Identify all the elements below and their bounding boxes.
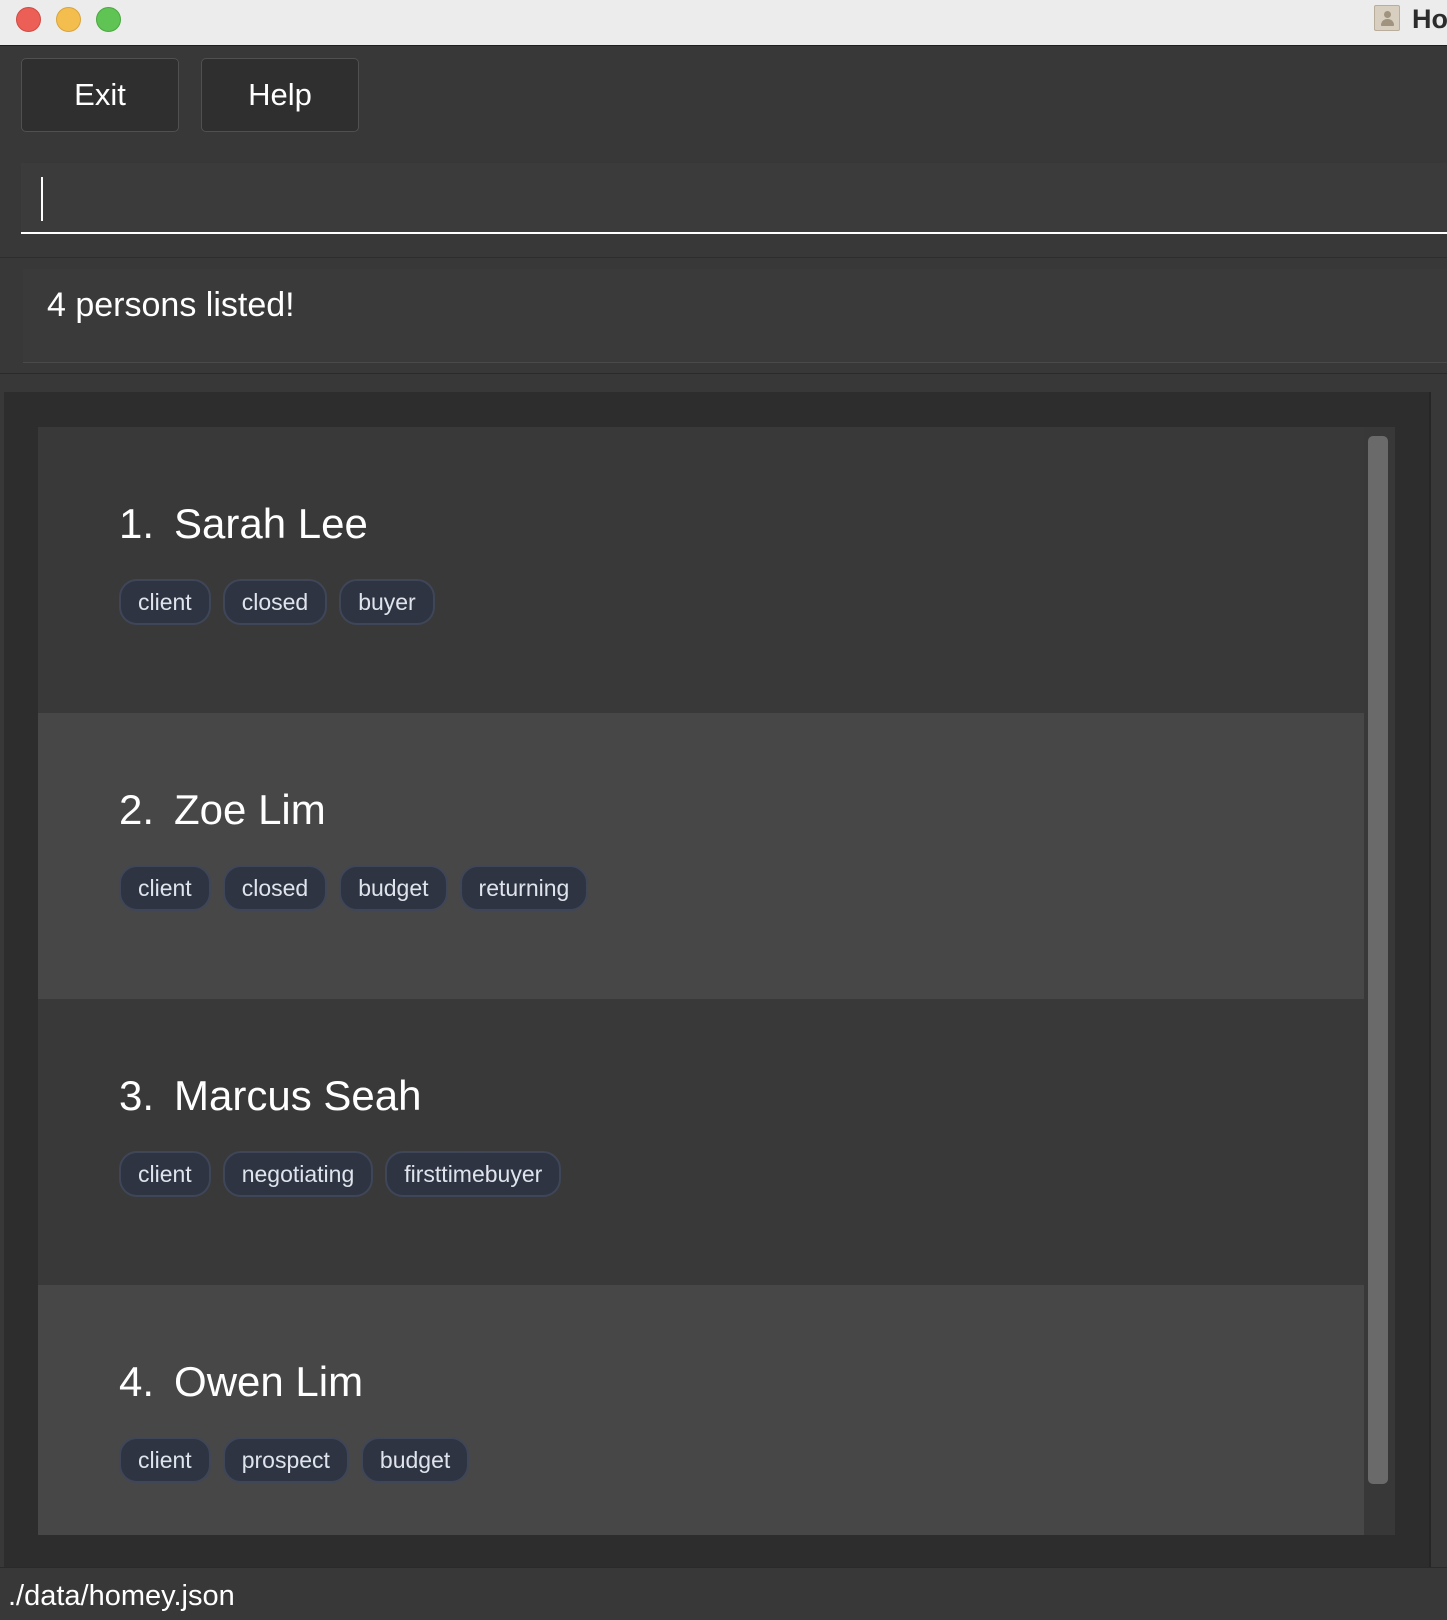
person-name: Owen Lim bbox=[174, 1358, 364, 1405]
status-bar: ./data/homey.json bbox=[0, 1567, 1447, 1620]
title-bar: Ho bbox=[0, 0, 1447, 46]
tag: closed bbox=[222, 579, 328, 625]
person-name-line: 3. Marcus Seah bbox=[119, 1072, 421, 1120]
tag: client bbox=[119, 865, 211, 911]
person-name-line: 2. Zoe Lim bbox=[119, 786, 326, 834]
tag: buyer bbox=[339, 579, 435, 625]
close-window-button[interactable] bbox=[16, 7, 41, 32]
person-head-shape bbox=[1384, 11, 1391, 18]
person-list-region: 1. Sarah Lee client closed buyer 2. Zoe Li… bbox=[0, 373, 1447, 1567]
person-card[interactable]: 2. Zoe Lim client closed budget returning bbox=[38, 713, 1364, 999]
person-list[interactable]: 1. Sarah Lee client closed buyer 2. Zoe Li… bbox=[38, 427, 1395, 1535]
result-message: 4 persons listed! bbox=[47, 286, 295, 324]
person-card[interactable]: 3. Marcus Seah client negotiating firstti… bbox=[38, 999, 1364, 1285]
window-title: Ho bbox=[1412, 4, 1447, 34]
person-name: Sarah Lee bbox=[174, 500, 368, 547]
exit-button[interactable]: Exit bbox=[21, 58, 179, 132]
person-card[interactable]: 1. Sarah Lee client closed buyer bbox=[38, 427, 1364, 713]
person-shoulders-shape bbox=[1381, 19, 1394, 26]
tag: prospect bbox=[222, 1437, 349, 1483]
person-tags: client prospect budget bbox=[119, 1437, 470, 1483]
result-display: 4 persons listed! bbox=[23, 269, 1447, 363]
person-name: Marcus Seah bbox=[174, 1072, 422, 1119]
menu-bar: Exit Help bbox=[0, 46, 1447, 142]
person-tags: client negotiating firsttimebuyer bbox=[119, 1151, 562, 1197]
tag: closed bbox=[222, 865, 328, 911]
person-index: 1. bbox=[119, 500, 155, 547]
tag: budget bbox=[360, 1437, 470, 1483]
tag: client bbox=[119, 1437, 211, 1483]
help-button[interactable]: Help bbox=[201, 58, 359, 132]
tag: returning bbox=[459, 865, 589, 911]
maximize-window-button[interactable] bbox=[96, 7, 121, 32]
result-display-area: 4 persons listed! bbox=[0, 257, 1447, 373]
person-index: 2. bbox=[119, 786, 155, 833]
person-list-panel: 1. Sarah Lee client closed buyer 2. Zoe Li… bbox=[4, 392, 1431, 1567]
tag: firsttimebuyer bbox=[385, 1151, 562, 1197]
text-caret bbox=[41, 177, 43, 221]
tag: budget bbox=[339, 865, 448, 911]
command-input[interactable] bbox=[21, 163, 1447, 234]
person-name-line: 1. Sarah Lee bbox=[119, 500, 368, 548]
person-name: Zoe Lim bbox=[174, 786, 326, 833]
person-card[interactable]: 4. Owen Lim client prospect budget bbox=[38, 1285, 1364, 1535]
person-tags: client closed buyer bbox=[119, 579, 435, 625]
contact-book-icon bbox=[1374, 5, 1400, 31]
person-index: 4. bbox=[119, 1358, 155, 1405]
minimize-window-button[interactable] bbox=[56, 7, 81, 32]
tag: client bbox=[119, 1151, 211, 1197]
command-box-area bbox=[0, 142, 1447, 257]
person-index: 3. bbox=[119, 1072, 155, 1119]
scrollbar-thumb[interactable] bbox=[1368, 436, 1388, 1484]
person-tags: client closed budget returning bbox=[119, 865, 589, 911]
tag: client bbox=[119, 579, 211, 625]
tag: negotiating bbox=[222, 1151, 374, 1197]
person-name-line: 4. Owen Lim bbox=[119, 1358, 363, 1406]
save-file-path: ./data/homey.json bbox=[8, 1580, 235, 1612]
